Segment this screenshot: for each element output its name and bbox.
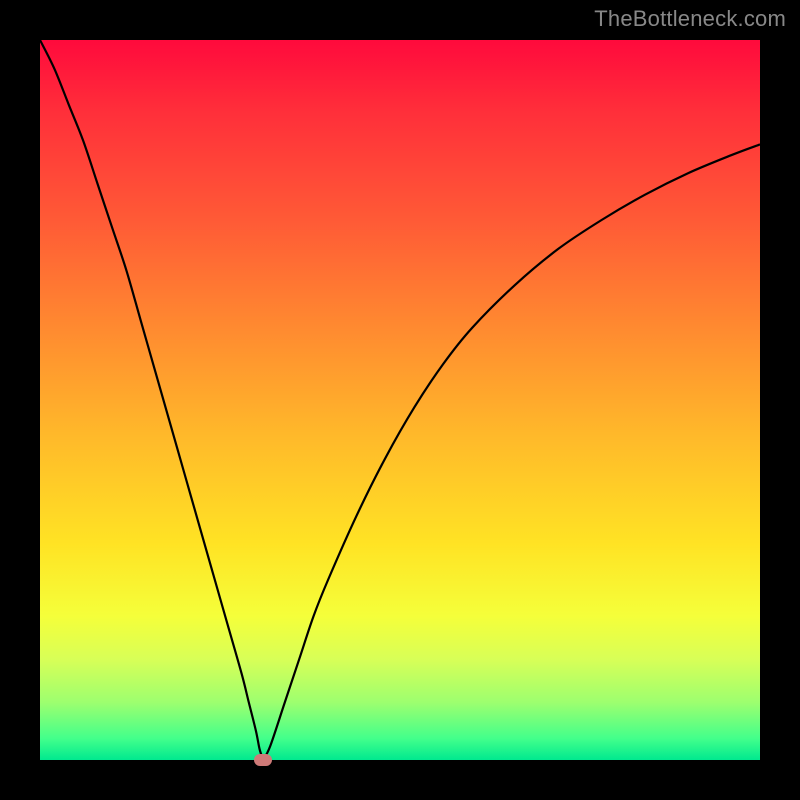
min-bottleneck-marker — [254, 754, 272, 766]
plot-area — [40, 40, 760, 760]
watermark-text: TheBottleneck.com — [594, 6, 786, 32]
chart-frame: TheBottleneck.com — [0, 0, 800, 800]
bottleneck-curve — [40, 40, 760, 760]
